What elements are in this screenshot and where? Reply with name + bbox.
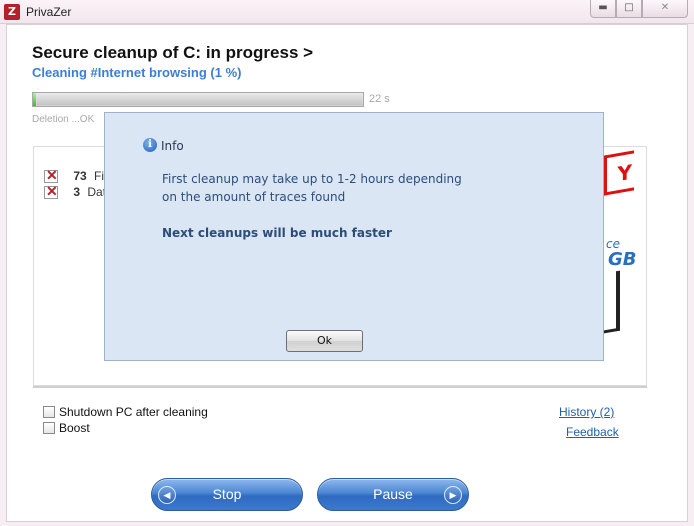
shutdown-label: Shutdown PC after cleaning (59, 405, 208, 419)
promo-device-image (604, 270, 620, 334)
boost-option[interactable]: Boost (43, 421, 90, 435)
cleaning-status: Cleaning #Internet browsing (1 %) (32, 65, 242, 80)
ok-button[interactable]: Ok (286, 330, 363, 352)
close-button[interactable]: ✕ (642, 0, 688, 18)
promo-stamp: Y (604, 150, 634, 196)
boost-checkbox[interactable] (43, 422, 55, 434)
progress-fill (33, 93, 37, 106)
stat-count: 73 (73, 169, 87, 183)
pause-button[interactable]: Pause ▶ (317, 478, 469, 511)
feedback-link[interactable]: Feedback (566, 425, 619, 439)
stat-row-files: ✕ 73 Fi (44, 167, 105, 184)
shutdown-option[interactable]: Shutdown PC after cleaning (43, 405, 208, 419)
boost-label: Boost (59, 421, 90, 435)
arrow-right-icon: ▶ (444, 486, 462, 504)
deletion-status: Deletion ...OK (32, 114, 95, 125)
dialog-message-line: First cleanup may take up to 1-2 hours d… (162, 172, 462, 186)
title-bar: Z PrivaZer ▬ □ ✕ (0, 0, 694, 24)
page-title[interactable]: Secure cleanup of C: in progress > (32, 43, 313, 63)
minimize-button[interactable]: ▬ (590, 0, 616, 18)
history-link[interactable]: History (2) (559, 405, 614, 419)
stat-label: Fi (94, 169, 105, 183)
maximize-button[interactable]: □ (616, 0, 642, 18)
pause-label: Pause (373, 486, 413, 502)
delete-checkbox[interactable]: ✕ (44, 167, 58, 184)
dialog-note: Next cleanups will be much faster (162, 226, 392, 240)
cleanup-progress-bar (32, 92, 364, 107)
red-x-icon: ✕ (46, 183, 58, 200)
delete-checkbox[interactable]: ✕ (44, 183, 58, 200)
arrow-left-icon: ◀ (158, 486, 176, 504)
window-title: PrivaZer (26, 5, 72, 19)
progress-track (37, 94, 362, 105)
dialog-message-line: on the amount of traces found (162, 190, 346, 204)
stop-button[interactable]: ◀ Stop (151, 478, 303, 511)
stat-count: 3 (73, 185, 81, 199)
stop-label: Stop (212, 486, 242, 502)
privazer-logo-icon: Z (4, 4, 20, 20)
time-remaining: 22 s (369, 93, 390, 105)
info-dialog: i Info First cleanup may take up to 1-2 … (104, 112, 604, 361)
promo-capacity: GB (608, 249, 637, 270)
shutdown-checkbox[interactable] (43, 406, 55, 418)
info-icon: i (143, 138, 157, 152)
dialog-title: Info (161, 139, 184, 153)
red-x-icon: ✕ (46, 167, 58, 184)
stat-row-data: ✕ 3 Dat (44, 183, 106, 200)
